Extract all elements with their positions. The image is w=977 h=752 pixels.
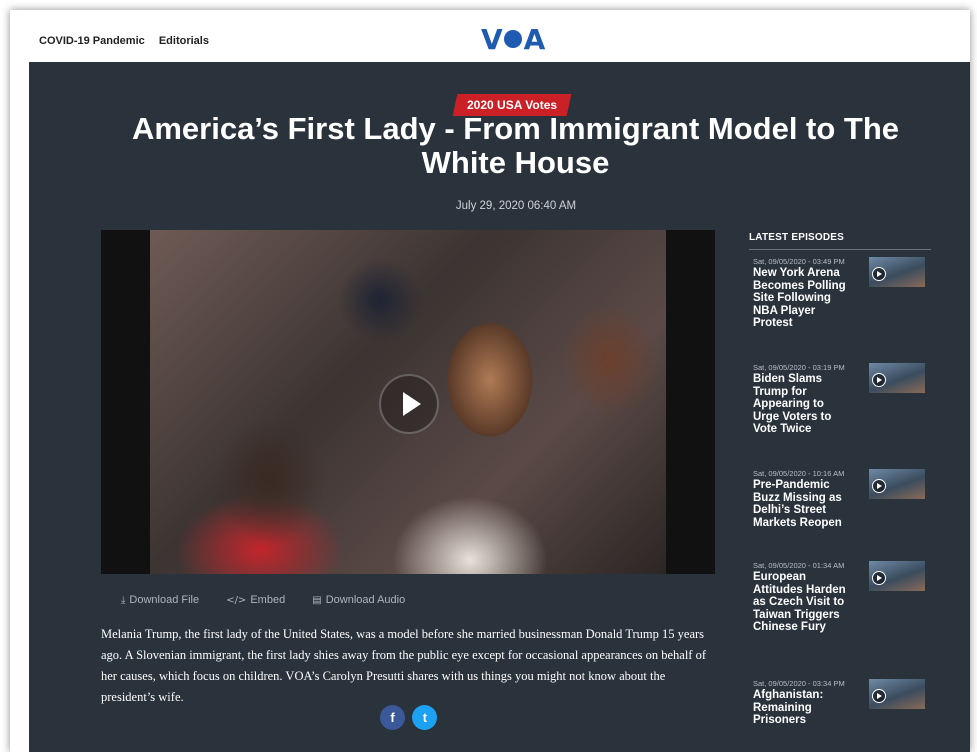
video-player[interactable] bbox=[101, 230, 715, 574]
episode-date: Sat, 09/05/2020 - 10:16 AM bbox=[753, 469, 845, 478]
episode-thumbnail[interactable] bbox=[869, 257, 925, 287]
episode-date: Sat, 09/05/2020 - 03:34 PM bbox=[753, 679, 845, 688]
episode-item[interactable]: Sat, 09/05/2020 - 01:34 AM European Atti… bbox=[753, 560, 931, 634]
embed-button[interactable]: </> Embed bbox=[226, 594, 285, 606]
article-title: America’s First Lady - From Immigrant Mo… bbox=[131, 111, 900, 180]
download-audio-button[interactable]: ▤ Download Audio bbox=[312, 594, 405, 606]
embed-icon: </> bbox=[226, 595, 247, 606]
episode-date: Sat, 09/05/2020 - 03:19 PM bbox=[753, 363, 845, 372]
page-frame: COVID-19 Pandemic Editorials VA 2020 USA… bbox=[10, 10, 970, 752]
social-share: f t bbox=[380, 705, 440, 730]
logo-circle bbox=[503, 30, 522, 48]
top-bar: COVID-19 Pandemic Editorials VA bbox=[10, 10, 970, 62]
episode-thumbnail[interactable] bbox=[869, 469, 925, 499]
episode-item[interactable]: Sat, 09/05/2020 - 03:49 PM New York Aren… bbox=[753, 256, 931, 330]
media-actions: ⤓ Download File </> Embed ▤ Download Audio bbox=[121, 594, 429, 606]
episode-thumbnail[interactable] bbox=[869, 679, 925, 709]
episode-title[interactable]: Biden Slams Trump for Appearing to Urge … bbox=[753, 373, 853, 436]
episode-thumbnail[interactable] bbox=[869, 561, 925, 591]
twitter-share-button[interactable]: t bbox=[412, 705, 438, 730]
episode-date: Sat, 09/05/2020 - 03:49 PM bbox=[753, 257, 845, 266]
episode-date: Sat, 09/05/2020 - 01:34 AM bbox=[753, 561, 845, 570]
voa-logo[interactable]: VA bbox=[481, 25, 545, 55]
facebook-share-button[interactable]: f bbox=[380, 705, 405, 730]
episode-item[interactable]: Sat, 09/05/2020 - 03:19 PM Biden Slams T… bbox=[753, 362, 931, 436]
latest-episodes-sidebar: LATEST EPISODES Sat, 09/05/2020 - 03:49 … bbox=[749, 232, 931, 726]
episode-title[interactable]: New York Arena Becomes Polling Site Foll… bbox=[753, 267, 853, 330]
audio-file-icon: ▤ bbox=[312, 595, 322, 606]
article-date: July 29, 2020 06:40 AM bbox=[455, 200, 577, 212]
article-main: 2020 USA Votes America’s First Lady - Fr… bbox=[29, 62, 970, 752]
nav-item-editorials[interactable]: Editorials bbox=[159, 35, 209, 47]
nav-item-covid[interactable]: COVID-19 Pandemic bbox=[39, 35, 145, 47]
episode-item[interactable]: Sat, 09/05/2020 - 10:16 AM Pre-Pandemic … bbox=[753, 468, 931, 529]
top-nav: COVID-19 Pandemic Editorials bbox=[39, 35, 220, 47]
download-file-button[interactable]: ⤓ Download File bbox=[121, 594, 199, 606]
sidebar-heading: LATEST EPISODES bbox=[749, 232, 931, 250]
episode-title[interactable]: European Attitudes Harden as Czech Visit… bbox=[753, 571, 853, 634]
episode-title[interactable]: Afghanistan: Remaining Prisoners bbox=[753, 689, 853, 727]
episode-thumbnail[interactable] bbox=[869, 363, 925, 393]
article-description: Melania Trump, the first lady of the Uni… bbox=[101, 627, 707, 704]
episode-title[interactable]: Pre-Pandemic Buzz Missing as Delhi’s Str… bbox=[753, 479, 853, 529]
episode-item[interactable]: Sat, 09/05/2020 - 03:34 PM Afghanistan: … bbox=[753, 678, 931, 727]
download-icon: ⤓ bbox=[121, 595, 126, 606]
play-button[interactable] bbox=[379, 374, 439, 434]
